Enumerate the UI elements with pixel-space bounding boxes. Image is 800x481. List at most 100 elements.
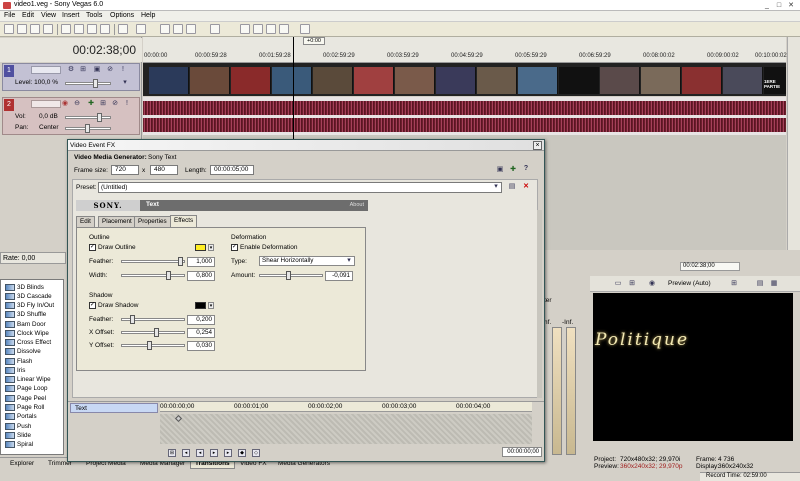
- monitor-icon[interactable]: ▭: [614, 280, 622, 288]
- shadow-yoffset-thumb[interactable]: [147, 341, 152, 350]
- chevron-down-icon[interactable]: ▾: [345, 257, 353, 265]
- ignore-grouping-icon[interactable]: [279, 24, 289, 34]
- cut-icon[interactable]: [61, 24, 71, 34]
- chevron-down-icon[interactable]: ▾: [208, 244, 214, 251]
- snapping-icon[interactable]: [240, 24, 250, 34]
- lock-envelopes-icon[interactable]: [266, 24, 276, 34]
- list-item[interactable]: Barn Door: [17, 321, 46, 328]
- list-item[interactable]: 3D Fly In/Out: [17, 302, 54, 309]
- length-input[interactable]: 00:00:05;00: [210, 165, 254, 175]
- list-item[interactable]: Flash: [17, 358, 32, 365]
- next-keyframe-icon[interactable]: ▸: [210, 449, 218, 457]
- paste-icon[interactable]: [87, 24, 97, 34]
- preview-mode[interactable]: Preview (Auto): [668, 280, 711, 287]
- list-item[interactable]: Page Peel: [17, 395, 46, 402]
- close-icon[interactable]: ×: [533, 141, 542, 150]
- timeline-ruler[interactable]: +0:00 00:00:00 00:00:59:28 00:01:59:28 0…: [143, 37, 787, 63]
- keyframe-time[interactable]: 00:00:00;00: [502, 447, 542, 457]
- solo-icon[interactable]: !: [119, 66, 127, 74]
- save-icon[interactable]: [30, 24, 40, 34]
- mute-icon[interactable]: ⊘: [106, 66, 114, 74]
- list-item[interactable]: Iris: [17, 367, 25, 374]
- outline-feather-thumb[interactable]: [178, 257, 183, 266]
- envelope-tool-icon[interactable]: [173, 24, 183, 34]
- transitions-list[interactable]: 3D Blinds 3D Cascade 3D Fly In/Out 3D Sh…: [0, 279, 64, 455]
- outline-width-thumb[interactable]: [166, 271, 171, 280]
- menu-help[interactable]: Help: [141, 12, 155, 19]
- outline-feather-value[interactable]: 1,000: [187, 257, 215, 267]
- audio-event-strip[interactable]: [143, 97, 786, 135]
- track-fx-icon[interactable]: ✚: [87, 100, 95, 108]
- selection-tool-icon[interactable]: [186, 24, 196, 34]
- track-fx-icon[interactable]: ⚙: [67, 66, 75, 74]
- list-item[interactable]: Portals: [17, 413, 37, 420]
- arm-record-icon[interactable]: ◉: [61, 100, 69, 108]
- list-item[interactable]: Cross Effect: [17, 339, 51, 346]
- close-button[interactable]: ✕: [786, 1, 796, 10]
- delete-preset-icon[interactable]: ✕: [522, 183, 530, 191]
- list-item[interactable]: Linear Wipe: [17, 376, 51, 383]
- outline-width-slider[interactable]: [121, 274, 185, 277]
- automation-icon[interactable]: ⊞: [99, 100, 107, 108]
- redo-icon[interactable]: [136, 24, 146, 34]
- enable-deformation-checkbox[interactable]: ✓: [231, 244, 238, 251]
- list-item[interactable]: 3D Blinds: [17, 284, 44, 291]
- deformation-type-select[interactable]: Shear Horizontally: [259, 256, 355, 266]
- list-item[interactable]: Push: [17, 423, 31, 430]
- list-item[interactable]: Page Loop: [17, 385, 47, 392]
- mute-icon[interactable]: ⊘: [111, 100, 119, 108]
- shadow-feather-thumb[interactable]: [130, 315, 135, 324]
- deformation-amount-slider[interactable]: [259, 274, 323, 277]
- deformation-amount-thumb[interactable]: [286, 271, 291, 280]
- list-item[interactable]: Slide: [17, 432, 31, 439]
- preview-quality-icon[interactable]: ◉: [648, 280, 656, 288]
- chevron-down-icon[interactable]: ▾: [208, 302, 214, 309]
- new-icon[interactable]: [4, 24, 14, 34]
- delete-icon[interactable]: [100, 24, 110, 34]
- prev-keyframe-icon[interactable]: ◂: [196, 449, 204, 457]
- menu-file[interactable]: File: [4, 12, 15, 19]
- track-motion-icon[interactable]: ⊞: [79, 66, 87, 74]
- track-name-field[interactable]: [31, 66, 61, 74]
- help-pointer-icon[interactable]: [300, 24, 310, 34]
- volume-slider[interactable]: [65, 116, 111, 119]
- help-icon[interactable]: ?: [522, 165, 530, 173]
- sync-cursor-icon[interactable]: ⊞: [168, 449, 176, 457]
- outline-feather-slider[interactable]: [121, 260, 185, 263]
- shadow-xoffset-thumb[interactable]: [154, 328, 159, 337]
- add-fx-icon[interactable]: ✚: [509, 166, 517, 174]
- chain-icon[interactable]: ▣: [496, 166, 504, 174]
- video-fx-icon[interactable]: ⊞: [628, 280, 636, 288]
- chevron-down-icon[interactable]: ▾: [492, 183, 500, 191]
- draw-shadow-checkbox[interactable]: ✓: [89, 302, 96, 309]
- menu-edit[interactable]: Edit: [22, 12, 34, 19]
- menu-options[interactable]: Options: [110, 12, 134, 19]
- list-item[interactable]: Dissolve: [17, 348, 41, 355]
- delete-keyframe-icon[interactable]: ◇: [252, 449, 260, 457]
- track-name-field[interactable]: [31, 100, 61, 108]
- frame-height-input[interactable]: 480: [150, 165, 178, 175]
- shadow-yoffset-value[interactable]: 0,030: [187, 341, 215, 351]
- timeline-vertical-scrollbar[interactable]: [787, 37, 800, 250]
- tab-edit[interactable]: Edit: [76, 216, 95, 227]
- open-icon[interactable]: [17, 24, 27, 34]
- composite-mode-icon[interactable]: ▣: [93, 66, 101, 74]
- pan-slider-thumb[interactable]: [85, 124, 90, 133]
- solo-icon[interactable]: !: [123, 100, 131, 108]
- save-preset-icon[interactable]: ▤: [508, 183, 516, 191]
- preset-dropdown[interactable]: (Untitled): [98, 182, 502, 193]
- keyframe-row[interactable]: [160, 414, 532, 444]
- menu-insert[interactable]: Insert: [62, 12, 80, 19]
- menu-tools[interactable]: Tools: [86, 12, 102, 19]
- tab-effects[interactable]: Effects: [170, 215, 198, 227]
- invert-phase-icon[interactable]: ⊖: [73, 100, 81, 108]
- normal-edit-tool-icon[interactable]: [160, 24, 170, 34]
- shadow-feather-value[interactable]: 0,200: [187, 315, 215, 325]
- level-slider[interactable]: [65, 82, 111, 85]
- tab-explorer[interactable]: Explorer: [6, 459, 38, 468]
- save-snapshot-icon[interactable]: ▦: [770, 280, 778, 288]
- auto-crossfade-icon[interactable]: [253, 24, 263, 34]
- track-expand-icon[interactable]: ▾: [121, 79, 129, 87]
- deformation-amount-value[interactable]: -0,091: [325, 271, 353, 281]
- undo-icon[interactable]: [118, 24, 128, 34]
